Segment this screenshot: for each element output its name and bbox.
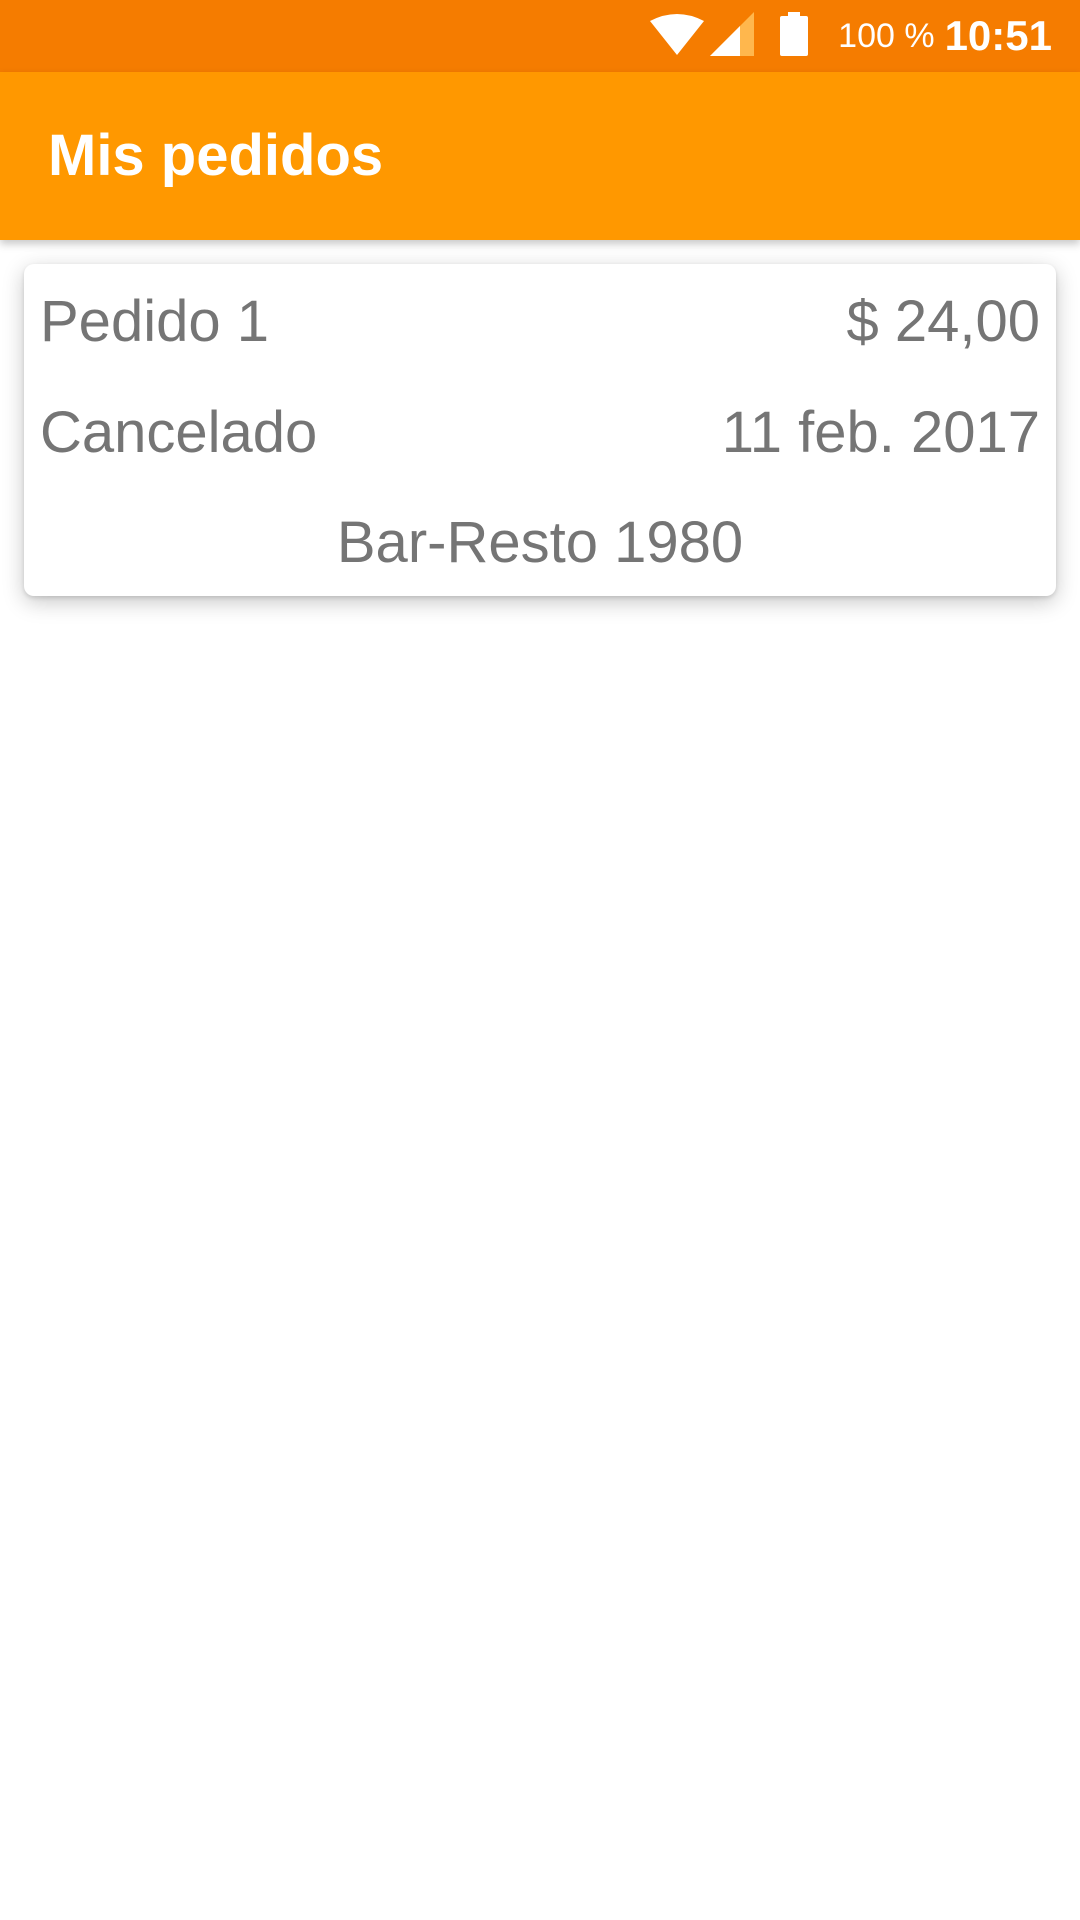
order-price: $ 24,00 <box>846 289 1040 354</box>
clock: 10:51 <box>944 12 1052 59</box>
signal-icon <box>710 11 755 61</box>
app-bar: Mis pedidos <box>0 72 1080 240</box>
wifi-icon <box>650 13 705 60</box>
battery-percentage: 100 % <box>838 16 935 55</box>
order-date: 11 feb. 2017 <box>721 400 1040 465</box>
battery-icon <box>780 11 809 61</box>
order-venue: Bar-Resto 1980 <box>336 510 744 575</box>
order-status: Cancelado <box>40 400 318 465</box>
page-title: Mis pedidos <box>48 123 384 188</box>
orders-list: Pedido 1 $ 24,00 Cancelado 11 feb. 2017 … <box>0 240 1080 1920</box>
status-bar: 100 % 10:51 <box>0 0 1080 72</box>
order-name: Pedido 1 <box>40 289 269 354</box>
status-icons: 100 % 10:51 <box>650 0 1052 72</box>
order-card[interactable]: Pedido 1 $ 24,00 Cancelado 11 feb. 2017 … <box>24 264 1056 596</box>
